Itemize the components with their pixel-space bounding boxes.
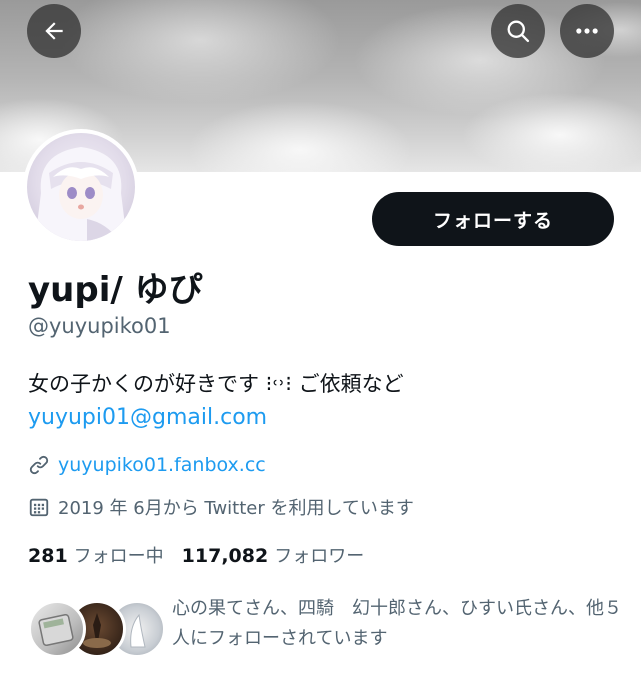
more-horizontal-icon — [576, 28, 598, 34]
arrow-left-icon — [45, 22, 63, 40]
followed-by-avatars[interactable] — [28, 600, 166, 660]
followed-by-text[interactable]: 心の果てさん、四騎 幻十郎さん、ひすい氏さん、他５人にフォローされています — [172, 594, 632, 654]
display-name: yupi/ ゆぴ — [28, 270, 203, 310]
following-count[interactable]: 281 — [28, 545, 68, 567]
profile-avatar[interactable] — [23, 129, 139, 245]
bio-email-link[interactable]: yuyupi01@gmail.com — [28, 405, 267, 430]
more-button[interactable] — [560, 4, 614, 58]
join-date: 2019 年 6月から Twitter を利用しています — [28, 494, 414, 520]
follower-avatar — [28, 600, 86, 658]
follow-button[interactable]: フォローする — [372, 192, 614, 246]
profile-bio: 女の子かくのが好きです ⁝˓˒⁝ ご依頼など — [28, 372, 404, 396]
avatar-illustration — [35, 147, 127, 241]
back-button[interactable] — [27, 4, 81, 58]
link-icon — [29, 455, 49, 475]
following-label[interactable]: フォロー中 — [74, 542, 164, 568]
website-link[interactable]: yuyupiko01.fanbox.cc — [58, 454, 266, 476]
join-date-text: 2019 年 6月から Twitter を利用しています — [58, 498, 414, 519]
followers-label[interactable]: フォロワー — [274, 542, 364, 568]
calendar-icon — [29, 498, 49, 517]
search-icon — [507, 20, 530, 43]
followers-count[interactable]: 117,082 — [182, 545, 269, 567]
profile-website[interactable]: yuyupiko01.fanbox.cc — [28, 452, 266, 478]
follow-stats: 281 フォロー中 117,082 フォロワー — [28, 542, 364, 568]
search-button[interactable] — [491, 4, 545, 58]
user-handle: @yuyupiko01 — [28, 314, 171, 338]
